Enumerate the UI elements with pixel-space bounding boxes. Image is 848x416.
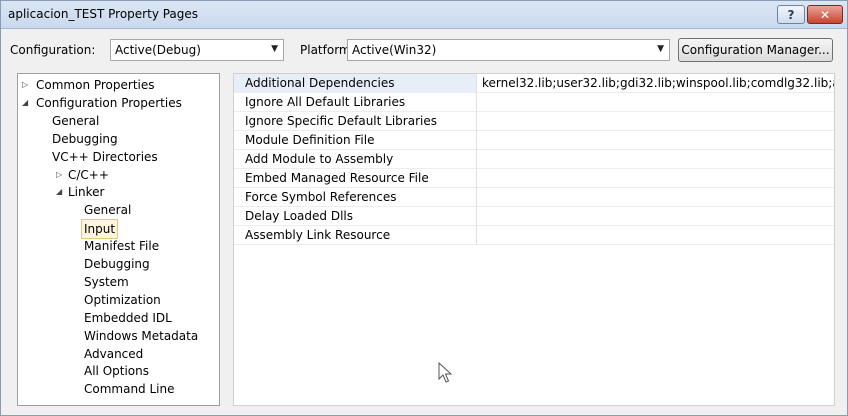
- tree-item[interactable]: ▷ Common Properties: [18, 76, 218, 94]
- property-row[interactable]: Delay Loaded Dlls: [234, 207, 834, 226]
- tree-item-label: General: [84, 203, 132, 218]
- tree-item[interactable]: Embedded IDL: [18, 309, 218, 327]
- tree-item-label: Common Properties: [36, 78, 155, 92]
- property-row[interactable]: Assembly Link Resource: [234, 226, 834, 245]
- property-row[interactable]: Embed Managed Resource File: [234, 169, 834, 188]
- window-title: aplicacion_TEST Property Pages: [8, 7, 199, 21]
- chevron-down-icon: ▼: [657, 44, 664, 54]
- tree-item[interactable]: ◢ Linker: [18, 183, 218, 201]
- chevron-down-icon: ▼: [271, 44, 278, 54]
- configuration-value: Active(Debug): [115, 43, 201, 57]
- property-name: Force Symbol References: [234, 188, 477, 207]
- title-bar: aplicacion_TEST Property Pages ? ✕: [1, 1, 847, 29]
- tree-item-label: Debugging: [52, 131, 118, 146]
- close-icon: ✕: [819, 7, 831, 22]
- property-row[interactable]: Force Symbol References: [234, 188, 834, 207]
- property-row[interactable]: Ignore All Default Libraries: [234, 93, 834, 112]
- platform-value: Active(Win32): [352, 43, 437, 57]
- property-name: Ignore All Default Libraries: [234, 93, 477, 112]
- tree-item[interactable]: Manifest File: [18, 237, 218, 255]
- tree-item[interactable]: System: [18, 273, 218, 291]
- property-name: Assembly Link Resource: [234, 226, 477, 245]
- tree-item[interactable]: Debugging: [18, 130, 218, 148]
- tree-item[interactable]: Windows Metadata: [18, 327, 218, 345]
- tree-item-label: C/C++: [68, 167, 109, 182]
- tree-item-label: General: [52, 113, 100, 128]
- tree-item[interactable]: All Options: [18, 362, 218, 380]
- property-name: Module Definition File: [234, 131, 477, 150]
- property-name: Embed Managed Resource File: [234, 169, 477, 188]
- tree-item[interactable]: Advanced: [18, 345, 218, 363]
- property-row[interactable]: Add Module to Assembly: [234, 150, 834, 169]
- tree-item-label: Manifest File: [84, 239, 160, 254]
- tree-item-label: All Options: [84, 364, 149, 379]
- tree-item-label: Debugging: [84, 257, 150, 271]
- mouse-cursor-icon: [438, 362, 453, 383]
- tree-item-label: Linker: [68, 185, 105, 200]
- tree-item[interactable]: ◢ Configuration Properties: [18, 94, 218, 112]
- collapse-icon[interactable]: ◢: [22, 94, 28, 112]
- property-value[interactable]: kernel32.lib;user32.lib;gdi32.lib;winspo…: [482, 74, 834, 93]
- tree-item[interactable]: Input: [18, 219, 218, 240]
- configuration-manager-button[interactable]: Configuration Manager...: [678, 38, 833, 62]
- configuration-row: Configuration: Active(Debug) ▼ Platform:…: [1, 37, 847, 65]
- help-button[interactable]: ?: [777, 5, 805, 24]
- property-name: Delay Loaded Dlls: [234, 207, 477, 226]
- platform-dropdown[interactable]: Active(Win32) ▼: [347, 39, 670, 61]
- tree-item-label: System: [84, 274, 129, 289]
- tree-item[interactable]: General: [18, 201, 218, 219]
- configuration-label: Configuration:: [10, 43, 96, 57]
- tree-item-label: Advanced: [84, 346, 144, 361]
- expand-icon[interactable]: ▷: [56, 166, 62, 184]
- tree-item-label: Command Line: [84, 382, 175, 397]
- tree-item-label: Windows Metadata: [84, 328, 199, 343]
- tree-item[interactable]: ▷ C/C++: [18, 166, 218, 184]
- property-name: Additional Dependencies: [234, 74, 477, 93]
- configuration-dropdown[interactable]: Active(Debug) ▼: [110, 39, 284, 61]
- property-pages-window: aplicacion_TEST Property Pages ? ✕ Confi…: [0, 0, 848, 416]
- property-tree[interactable]: ▷ Common Properties ◢ Configuration Propert…: [17, 73, 220, 406]
- tree-item-label: VC++ Directories: [52, 149, 158, 164]
- property-row[interactable]: Ignore Specific Default Libraries: [234, 112, 834, 131]
- property-row[interactable]: Module Definition File: [234, 131, 834, 150]
- tree-item-label: Configuration Properties: [36, 95, 182, 110]
- help-icon: ?: [787, 7, 795, 22]
- tree-item-label: Embedded IDL: [84, 310, 172, 325]
- expand-icon[interactable]: ▷: [22, 76, 28, 94]
- close-button[interactable]: ✕: [807, 5, 843, 24]
- tree-item[interactable]: General: [18, 112, 218, 130]
- property-row[interactable]: Additional Dependencies kernel32.lib;user…: [234, 74, 834, 93]
- tree-item[interactable]: VC++ Directories: [18, 148, 218, 166]
- collapse-icon[interactable]: ◢: [56, 183, 62, 201]
- tree-item[interactable]: Debugging: [18, 255, 218, 273]
- property-name: Add Module to Assembly: [234, 150, 477, 169]
- tree-item[interactable]: Optimization: [18, 291, 218, 309]
- tree-item-label: Optimization: [84, 292, 161, 307]
- tree-item[interactable]: Command Line: [18, 380, 218, 398]
- property-grid: Additional Dependencies kernel32.lib;user…: [233, 73, 835, 406]
- property-name: Ignore Specific Default Libraries: [234, 112, 477, 131]
